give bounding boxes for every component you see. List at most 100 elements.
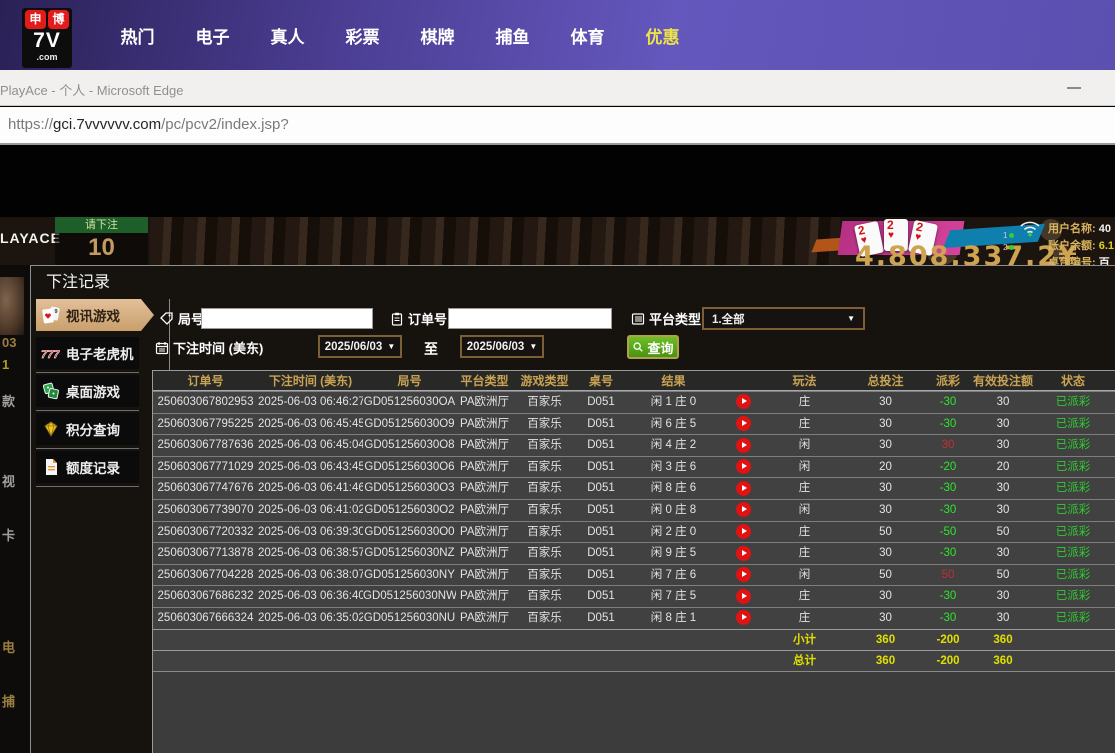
date-from-select[interactable]: 2025/06/03▼	[318, 335, 402, 358]
nav-item-0[interactable]: 热门	[100, 23, 175, 48]
order-number-input[interactable]	[448, 308, 612, 329]
round-id-cell: GD051256030O8	[363, 435, 456, 456]
overflow-cell	[1108, 392, 1115, 413]
sidebar-item-quota-records[interactable]: 额度记录	[36, 451, 139, 483]
total-bet-cell: 30	[843, 608, 928, 629]
play-icon[interactable]	[736, 502, 751, 517]
round-id-cell: GD051256030OA	[363, 392, 456, 413]
column-header: 总投注	[843, 371, 928, 390]
nav-item-2[interactable]: 真人	[250, 23, 325, 48]
black-strip	[0, 145, 1115, 217]
table-no-cell: D051	[576, 392, 626, 413]
window-title: PlayAce - 个人 - Microsoft Edge	[0, 80, 184, 99]
play-icon[interactable]	[736, 438, 751, 453]
nav-item-4[interactable]: 棋牌	[400, 23, 475, 48]
play-icon[interactable]	[736, 567, 751, 582]
logo-text: 7V	[24, 29, 70, 53]
play-icon[interactable]	[736, 546, 751, 561]
calendar-icon	[155, 341, 169, 355]
total-valid-bet: 360	[968, 651, 1038, 671]
round-id-cell: GD051256030O6	[363, 457, 456, 478]
status-cell: 已派彩	[1038, 478, 1108, 499]
round-number-input[interactable]	[201, 308, 373, 329]
table-row: 2506030677203322025-06-03 06:39:30GD0512…	[153, 521, 1115, 543]
play-icon[interactable]	[736, 416, 751, 431]
game-type-cell: 百家乐	[513, 392, 576, 413]
search-button[interactable]: 查询	[627, 335, 679, 359]
total-bet-cell: 30	[843, 414, 928, 435]
game-type-cell: 百家乐	[513, 435, 576, 456]
logo-subtext: .com	[24, 53, 70, 61]
result-replay-cell	[721, 565, 766, 586]
total-bet-cell: 30	[843, 543, 928, 564]
sidebar-item-live-games[interactable]: 9 视讯游戏	[36, 299, 154, 331]
play-icon[interactable]	[736, 394, 751, 409]
overflow-cell	[1108, 457, 1115, 478]
table-no-cell: D051	[576, 608, 626, 629]
list-icon	[631, 312, 645, 326]
site-logo[interactable]: 申 博 7V .com	[22, 8, 72, 68]
sidebar-item-label: 积分查询	[66, 419, 120, 439]
round-id-cell: GD051256030O9	[363, 414, 456, 435]
play-cell: 庄	[766, 522, 843, 543]
sidebar-item-points[interactable]: 积分查询	[36, 413, 139, 445]
nav-item-3[interactable]: 彩票	[325, 23, 400, 48]
platform-cell: PA欧洲厅	[456, 565, 513, 586]
result-replay-cell	[721, 586, 766, 607]
status-cell: 已派彩	[1038, 414, 1108, 435]
platform-cell: PA欧洲厅	[456, 435, 513, 456]
order-id-cell: 250603067739070	[153, 500, 258, 521]
nav-item-6[interactable]: 体育	[550, 23, 625, 48]
play-icon[interactable]	[736, 610, 751, 625]
payout-cell: 30	[928, 435, 968, 456]
logo-badge-right: 博	[48, 10, 69, 29]
column-header: 桌号	[576, 371, 626, 390]
play-icon[interactable]	[736, 589, 751, 604]
url-bar[interactable]: https://gci.7vvvvvv.com/pc/pcv2/index.js…	[0, 107, 1115, 145]
table-row: 2506030677476762025-06-03 06:41:46GD0512…	[153, 477, 1115, 499]
table-row: 2506030677042282025-06-03 06:38:07GD0512…	[153, 564, 1115, 586]
svg-text:777: 777	[41, 349, 60, 361]
chevron-down-icon: ▼	[387, 342, 395, 351]
date-to-select[interactable]: 2025/06/03▼	[460, 335, 544, 358]
status-cell: 已派彩	[1038, 500, 1108, 521]
payout-cell: 50	[928, 565, 968, 586]
nav-item-7[interactable]: 优惠	[625, 23, 700, 48]
bet-time-cell: 2025-06-03 06:43:45	[258, 457, 363, 478]
result-cell: 闲 8 庄 6	[626, 478, 721, 499]
play-icon[interactable]	[736, 481, 751, 496]
valid-bet-cell: 30	[968, 500, 1038, 521]
svg-text:9: 9	[55, 309, 58, 315]
bet-time-cell: 2025-06-03 06:38:07	[258, 565, 363, 586]
overflow-cell	[1108, 478, 1115, 499]
column-header	[721, 371, 766, 390]
bet-prompt: 请下注	[55, 217, 148, 233]
valid-bet-cell: 50	[968, 565, 1038, 586]
backdrop-fragment: 1	[2, 357, 9, 372]
status-cell: 已派彩	[1038, 608, 1108, 629]
minimize-icon[interactable]	[1067, 87, 1081, 89]
backdrop-fragment: 03	[2, 335, 16, 350]
play-cell: 庄	[766, 543, 843, 564]
bead-road: 1 2	[1003, 231, 1014, 252]
play-cell: 闲	[766, 457, 843, 478]
subtotal-total-bet: 360	[843, 630, 928, 651]
chevron-down-icon: ▼	[847, 314, 855, 323]
bet-time-label: 下注时间 (美东)	[155, 338, 263, 357]
sidebar-item-table-games[interactable]: 桌面游戏	[36, 375, 139, 407]
sidebar-item-slots[interactable]: 777 电子老虎机	[36, 337, 139, 369]
play-cell: 闲	[766, 500, 843, 521]
valid-bet-cell: 30	[968, 392, 1038, 413]
overflow-cell	[1108, 608, 1115, 629]
table-no-cell: D051	[576, 457, 626, 478]
subtotal-label: 小计	[766, 630, 843, 651]
play-cell: 庄	[766, 392, 843, 413]
url-path: /pc/pcv2/index.jsp?	[161, 116, 289, 133]
platform-type-select[interactable]: 1.全部▼	[702, 307, 865, 330]
result-cell: 闲 6 庄 5	[626, 414, 721, 435]
result-replay-cell	[721, 478, 766, 499]
nav-item-5[interactable]: 捕鱼	[475, 23, 550, 48]
play-icon[interactable]	[736, 524, 751, 539]
nav-item-1[interactable]: 电子	[175, 23, 250, 48]
play-icon[interactable]	[736, 459, 751, 474]
